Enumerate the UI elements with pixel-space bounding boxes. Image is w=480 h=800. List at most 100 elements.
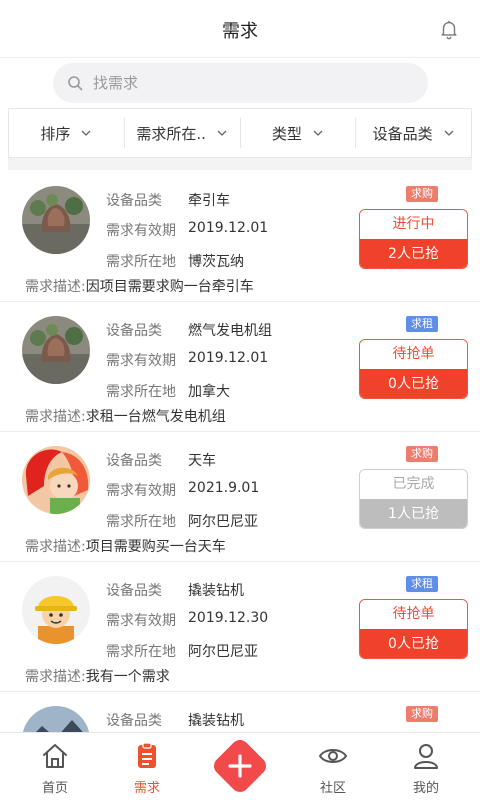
tab-label: 我的: [412, 781, 439, 796]
validity-value: 2019.12.01: [188, 220, 269, 236]
description: 需求描述:项目需要购买一台天车: [25, 536, 226, 556]
header: 需求: [0, 0, 480, 58]
filter-location[interactable]: 需求所在..: [123, 118, 240, 148]
field-label: 设备品类: [106, 193, 162, 209]
tab-label: 需求: [133, 781, 160, 796]
tab-label: 首页: [41, 781, 68, 796]
field-label: 需求所在地: [106, 384, 176, 400]
field-label: 需求描述:: [25, 279, 86, 295]
chevron-down-icon: [81, 130, 91, 136]
status-label: 已完成: [360, 470, 467, 499]
category-row: 设备品类 撬装钻机: [106, 580, 244, 600]
type-badge: 求租: [406, 316, 438, 332]
location-row: 需求所在地 阿尔巴尼亚: [106, 511, 258, 531]
status-label: 待抢单: [360, 340, 467, 369]
category-row: 设备品类 牵引车: [106, 190, 230, 210]
avatar: [22, 186, 90, 254]
filter-label: 排序: [40, 124, 71, 143]
search-bar[interactable]: [53, 63, 428, 103]
avatar: [22, 706, 90, 732]
field-label: 需求有效期: [106, 483, 176, 499]
validity-value: 2019.12.30: [188, 610, 269, 626]
status-box[interactable]: 待抢单 0人已抢: [359, 339, 468, 399]
validity-value: 2019.12.01: [188, 350, 269, 366]
demand-card[interactable]: 设备品类 牵引车 需求有效期 2019.12.01 需求所在地 博茨瓦纳 需求描述:因…: [0, 172, 480, 302]
validity-row: 需求有效期 2019.12.30: [106, 610, 268, 630]
validity-row: 需求有效期 2021.9.01: [106, 480, 259, 500]
description: 需求描述:我有一个需求: [25, 666, 170, 686]
chevron-down-icon: [313, 130, 323, 136]
location-row: 需求所在地 加拿大: [106, 381, 230, 401]
tab-label: 社区: [319, 781, 346, 796]
status-box[interactable]: 待抢单 0人已抢: [359, 599, 468, 659]
field-label: 需求有效期: [106, 353, 176, 369]
location-value: 加拿大: [188, 384, 230, 400]
avatar: [22, 316, 90, 384]
type-badge: 求购: [406, 186, 438, 202]
demand-list: 设备品类 牵引车 需求有效期 2019.12.01 需求所在地 博茨瓦纳 需求描述:因…: [0, 172, 480, 732]
location-row: 需求所在地 阿尔巴尼亚: [106, 641, 258, 661]
field-label: 需求有效期: [106, 613, 176, 629]
chevron-down-icon: [444, 130, 454, 136]
app: 需求 排序 需求所在.. 类型 设备品类: [0, 0, 480, 800]
status-box[interactable]: 进行中 2人已抢: [359, 209, 468, 269]
description: 需求描述:求租一台燃气发电机组: [25, 406, 226, 426]
field-label: 设备品类: [106, 713, 162, 729]
description-value: 因项目需要求购一台牵引车: [85, 279, 254, 295]
location-value: 博茨瓦纳: [188, 254, 244, 270]
category-value: 燃气发电机组: [188, 323, 272, 339]
document-icon: [138, 742, 156, 768]
demand-card[interactable]: 设备品类 燃气发电机组 需求有效期 2019.12.01 需求所在地 加拿大 需求描述…: [0, 302, 480, 432]
grab-count: 2人已抢: [360, 239, 467, 268]
status-box[interactable]: 已完成 1人已抢: [359, 469, 468, 529]
type-badge: 求购: [406, 446, 438, 462]
category-row: 设备品类 燃气发电机组: [106, 320, 272, 340]
filter-sort[interactable]: 排序: [9, 118, 124, 148]
field-label: 设备品类: [106, 453, 162, 469]
category-row: 设备品类 撬装钻机: [106, 710, 244, 730]
search-input[interactable]: [93, 74, 393, 92]
status-label: 进行中: [360, 210, 467, 239]
demand-card[interactable]: 设备品类 天车 需求有效期 2021.9.01 需求所在地 阿尔巴尼亚 需求描述:项目…: [0, 432, 480, 562]
category-value: 牵引车: [188, 193, 230, 209]
demand-card[interactable]: 设备品类 撬装钻机 需求有效期 2019.12.30 需求所在地 阿尔巴尼亚 需求描述…: [0, 562, 480, 692]
field-label: 需求描述:: [25, 409, 86, 425]
validity-row: 需求有效期 2019.12.01: [106, 350, 268, 370]
field-label: 需求所在地: [106, 254, 176, 270]
description-value: 项目需要购买一台天车: [85, 539, 226, 555]
filter-category[interactable]: 设备品类: [355, 118, 471, 148]
category-value: 撬装钻机: [188, 713, 244, 729]
tab-community[interactable]: 社区: [303, 741, 363, 796]
chevron-down-icon: [217, 130, 227, 136]
grab-count: 0人已抢: [360, 369, 467, 398]
field-label: 需求所在地: [106, 514, 176, 530]
type-badge: 求租: [406, 576, 438, 592]
description-value: 我有一个需求: [85, 669, 170, 685]
description-value: 求租一台燃气发电机组: [85, 409, 226, 425]
bottom-tab-bar: 首页 需求 社区 我的: [0, 732, 480, 800]
grab-count: 1人已抢: [360, 499, 467, 528]
type-badge: 求购: [406, 706, 438, 722]
eye-icon: [318, 749, 348, 763]
demand-card[interactable]: 设备品类 撬装钻机 求购: [0, 692, 480, 732]
validity-value: 2021.9.01: [188, 480, 260, 496]
tab-home[interactable]: 首页: [25, 741, 85, 796]
category-row: 设备品类 天车: [106, 450, 216, 470]
tab-demand[interactable]: 需求: [117, 741, 177, 796]
plus-icon: [228, 754, 252, 778]
filter-type[interactable]: 类型: [239, 118, 356, 148]
field-label: 设备品类: [106, 583, 162, 599]
location-value: 阿尔巴尼亚: [188, 644, 258, 660]
grab-count: 0人已抢: [360, 629, 467, 658]
category-value: 天车: [188, 453, 216, 469]
status-label: 待抢单: [360, 600, 467, 629]
tab-profile[interactable]: 我的: [396, 741, 456, 796]
location-value: 阿尔巴尼亚: [188, 514, 258, 530]
field-label: 需求有效期: [106, 223, 176, 239]
avatar: [22, 576, 90, 644]
section-divider: [8, 158, 472, 170]
filter-bar: 排序 需求所在.. 类型 设备品类: [8, 108, 472, 158]
bell-icon[interactable]: [438, 18, 460, 40]
avatar: [22, 446, 90, 514]
filter-label: 需求所在..: [136, 124, 206, 143]
